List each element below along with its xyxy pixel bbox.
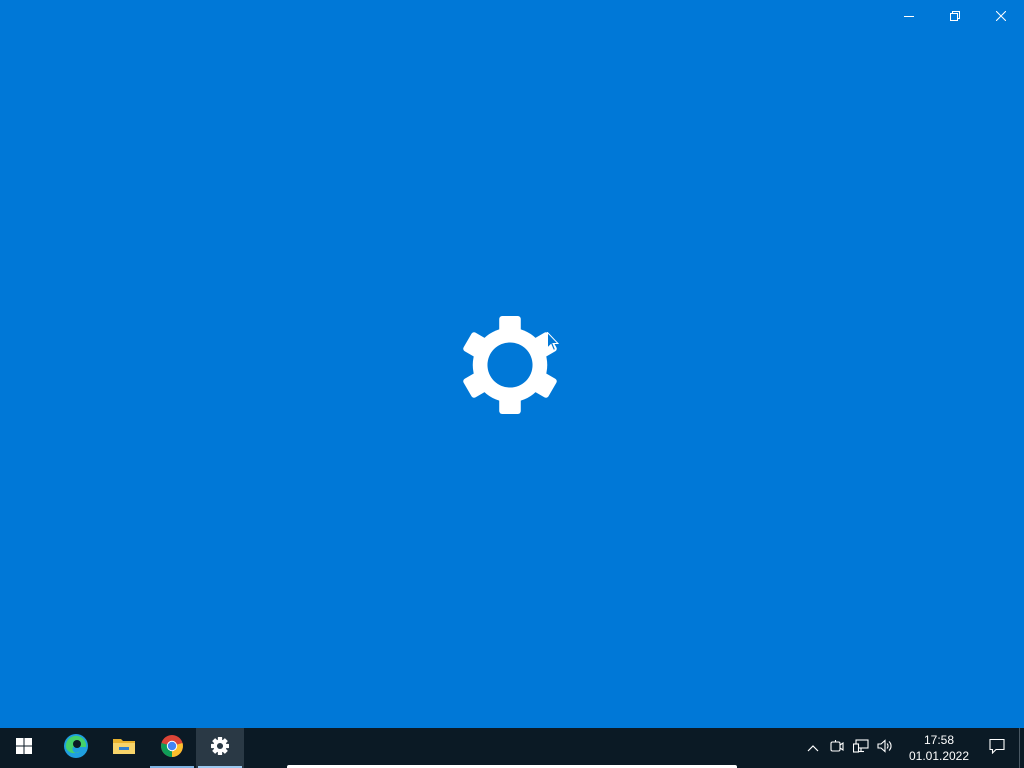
show-desktop-button[interactable] <box>1019 728 1024 768</box>
close-icon <box>996 11 1006 21</box>
close-button[interactable] <box>978 0 1024 32</box>
minimize-icon <box>904 11 914 21</box>
taskbar-edge[interactable] <box>52 728 100 768</box>
volume-button[interactable] <box>873 728 897 768</box>
restore-icon <box>950 11 960 21</box>
taskbar: 17:58 01.01.2022 <box>0 728 1024 768</box>
minimize-button[interactable] <box>886 0 932 32</box>
meet-now-button[interactable] <box>825 728 849 768</box>
network-button[interactable] <box>849 728 873 768</box>
folder-icon <box>112 736 136 761</box>
action-center-icon <box>989 738 1005 759</box>
chevron-up-icon <box>807 739 819 757</box>
taskbar-chrome[interactable] <box>148 728 196 768</box>
chrome-icon <box>160 734 184 763</box>
mouse-cursor-icon <box>547 331 560 352</box>
gear-icon <box>461 316 559 414</box>
action-center-button[interactable] <box>975 728 1019 768</box>
clock-date: 01.01.2022 <box>908 749 970 763</box>
caption-controls <box>886 0 1024 32</box>
edge-icon <box>63 733 89 764</box>
volume-icon <box>877 738 893 758</box>
meet-now-icon <box>830 739 844 758</box>
clock[interactable]: 17:58 01.01.2022 <box>903 728 975 768</box>
network-icon <box>852 738 869 758</box>
show-hidden-icons-button[interactable] <box>801 728 825 768</box>
gear-icon <box>211 736 229 760</box>
system-tray: 17:58 01.01.2022 <box>801 728 1024 768</box>
settings-splash-window <box>0 0 1024 728</box>
taskbar-settings[interactable] <box>196 728 244 768</box>
windows-logo-icon <box>16 737 32 759</box>
clock-time: 17:58 <box>923 733 955 747</box>
taskbar-file-explorer[interactable] <box>100 728 148 768</box>
restore-button[interactable] <box>932 0 978 32</box>
start-button[interactable] <box>0 728 48 768</box>
